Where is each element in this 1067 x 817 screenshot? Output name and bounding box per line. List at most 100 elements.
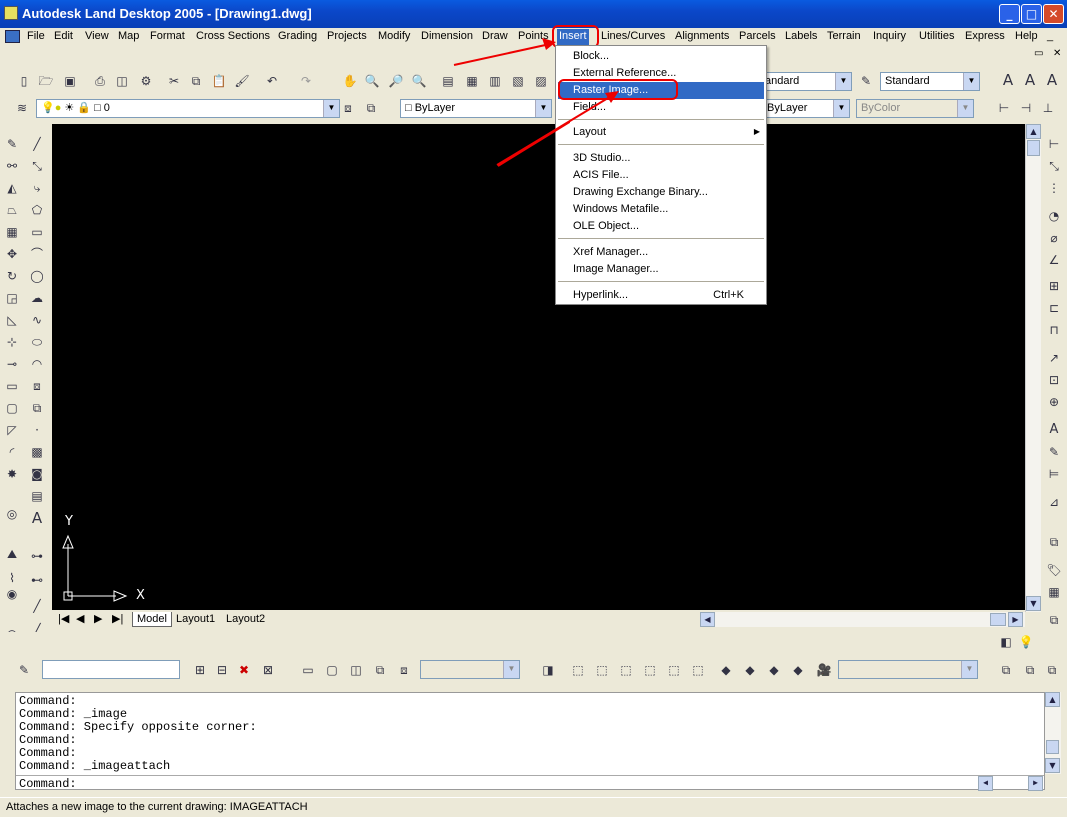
land-tool-icon[interactable]: ⛰ [4, 546, 20, 562]
land-edit-icon[interactable]: ✎ [16, 662, 32, 678]
polygon-icon[interactable]: ⬠ [29, 202, 45, 218]
redo-icon[interactable]: ↷ [298, 73, 314, 89]
layer-manager-icon[interactable]: ≋ [14, 100, 30, 116]
land-line-icon[interactable]: ⊶ [29, 548, 45, 564]
print-icon[interactable]: ⎙ [92, 73, 108, 89]
scroll-left-button[interactable]: ◀ [700, 612, 715, 627]
chamfer-icon[interactable]: ◸ [4, 422, 20, 438]
move-icon[interactable]: ✥ [4, 246, 20, 262]
menu-item-windows-metafile[interactable]: Windows Metafile... [558, 201, 764, 218]
polyline-icon[interactable]: ⤷ [29, 180, 45, 196]
view-5-icon[interactable]: ⧈ [396, 662, 412, 678]
make-block-icon[interactable]: ⧉ [29, 400, 45, 416]
text-a-icon[interactable]: A [1000, 72, 1016, 88]
dim-update-icon[interactable]: ⊨ [1046, 466, 1062, 482]
right-view-icon[interactable]: ⬚ [642, 662, 658, 678]
ucs-icon-1[interactable]: ⧉ [998, 662, 1014, 678]
copy-clip-icon[interactable]: ⧉ [1046, 612, 1062, 628]
dim-baseline-2-icon[interactable]: ⊏ [1046, 300, 1062, 316]
menu-item-image-manager[interactable]: Image Manager... [558, 261, 764, 278]
doc-restore-button[interactable]: ▭ [1034, 48, 1043, 59]
mirror-icon[interactable]: ◭ [4, 180, 20, 196]
rotate-icon[interactable]: ↻ [4, 268, 20, 284]
scroll-down-button[interactable]: ▼ [1026, 596, 1041, 611]
land-curve-icon[interactable]: ⊷ [29, 572, 45, 588]
layer-combo[interactable]: 💡● ☀ 🔒 □ 0 ▼ [36, 99, 340, 118]
ucs-icon-3[interactable]: ⧉ [1044, 662, 1060, 678]
text-style-edit-icon[interactable]: A [1044, 72, 1060, 88]
center-mark-icon[interactable]: ⊕ [1046, 394, 1062, 410]
publish-icon[interactable]: ⚙ [138, 73, 154, 89]
tab-next-button[interactable]: ▶ [90, 612, 106, 627]
dim-edit-icon[interactable]: A [1046, 422, 1062, 438]
dim-style-2-icon[interactable]: ⊿ [1046, 494, 1062, 510]
join-icon[interactable]: ▢ [4, 400, 20, 416]
erase-icon[interactable]: ✎ [4, 136, 20, 152]
cmd-scroll-thumb[interactable] [1046, 740, 1059, 754]
fillet-icon[interactable]: ◜ [4, 444, 20, 460]
offset-icon[interactable]: ⏢ [4, 202, 20, 218]
camera-icon[interactable]: 🎥 [816, 662, 832, 678]
quick-dim-icon[interactable]: ⊞ [1046, 278, 1062, 294]
dim-text-edit-icon[interactable]: ✎ [1046, 444, 1062, 460]
cmd-scroll-left-button[interactable]: ◀ [978, 776, 993, 791]
arc-icon[interactable]: ⌒ [29, 246, 45, 262]
new-icon[interactable]: ▯ [16, 73, 32, 89]
menu-item-drawing-exchange-binary[interactable]: Drawing Exchange Binary... [558, 184, 764, 201]
region-icon[interactable]: ◙ [29, 466, 45, 482]
extend-icon[interactable]: ⊸ [4, 356, 20, 372]
linetype-combo[interactable]: ByLayer ▼ [762, 99, 850, 118]
nw-iso-icon[interactable]: ◆ [790, 662, 806, 678]
hatch-icon[interactable]: ▩ [29, 444, 45, 460]
tag-icon[interactable]: 🏷 [1046, 562, 1062, 578]
left-view-icon[interactable]: ⬚ [618, 662, 634, 678]
dim-style-combo[interactable]: Standard ▼ [880, 72, 980, 91]
land-combo[interactable] [42, 660, 180, 679]
menu-express[interactable]: Express [965, 29, 1005, 45]
dim-angular-icon[interactable]: ∠ [1046, 252, 1062, 268]
scroll-thumb[interactable] [1027, 140, 1040, 156]
ellipse-arc-icon[interactable]: ◠ [29, 356, 45, 372]
view-4-icon[interactable]: ⧉ [372, 662, 388, 678]
menu-format[interactable]: Format [150, 29, 185, 45]
menu-view[interactable]: View [85, 29, 109, 45]
menu-modify[interactable]: Modify [378, 29, 410, 45]
insert-block-icon[interactable]: ⧈ [29, 378, 45, 394]
zoom-previous-icon[interactable]: 🔍 [411, 73, 427, 89]
vertical-scrollbar[interactable]: ▲ ▼ [1025, 124, 1041, 612]
dim-style-icon[interactable]: ✎ [858, 73, 874, 89]
top-view-icon[interactable]: ⬚ [570, 662, 586, 678]
menu-item-xref-manager[interactable]: Xref Manager... [558, 244, 764, 261]
menu-item-hyperlink[interactable]: Hyperlink... Ctrl+K [558, 287, 764, 304]
open-icon[interactable]: 🗁 [38, 73, 54, 89]
land-tool-2-icon[interactable]: ⌇ [4, 570, 20, 586]
menu-file[interactable]: File [27, 29, 45, 45]
land-point-3-icon[interactable]: ⊠ [260, 662, 276, 678]
menu-edit[interactable]: Edit [54, 29, 73, 45]
cmd-scroll-down-button[interactable]: ▼ [1045, 758, 1060, 773]
menu-alignments[interactable]: Alignments [675, 29, 729, 45]
array-icon[interactable]: ▦ [4, 224, 20, 240]
drawing-canvas[interactable]: Y X [52, 124, 1025, 610]
menu-cross-sections[interactable]: Cross Sections [196, 29, 270, 45]
command-scrollbar[interactable]: ▲ ▼ [1045, 692, 1061, 774]
ucs-icon-2[interactable]: ⧉ [1022, 662, 1038, 678]
lineweight-combo[interactable]: ByColor ▼ [856, 99, 974, 118]
pan-icon[interactable]: ✋ [342, 73, 358, 89]
hscroll-thumb[interactable] [990, 613, 1006, 626]
dim-baseline-icon[interactable]: ⊥ [1040, 100, 1056, 116]
view-2-icon[interactable]: ▢ [324, 662, 340, 678]
ucs-combo[interactable]: ▼ [838, 660, 978, 679]
match-properties-icon[interactable]: 🖌 [234, 73, 250, 89]
menu-lines-curves[interactable]: Lines/Curves [601, 29, 665, 45]
view-1-icon[interactable]: ▭ [300, 662, 316, 678]
command-window[interactable]: Command: Command: _image Command: Specif… [15, 692, 1045, 791]
tolerance-icon[interactable]: ⊡ [1046, 372, 1062, 388]
cut-icon[interactable]: ✂ [166, 73, 182, 89]
construction-line-icon[interactable]: ⤡ [29, 158, 45, 174]
copy-object-icon[interactable]: ⚯ [4, 158, 20, 174]
dim-radius-icon[interactable]: ◔ [1046, 208, 1062, 224]
spline-icon[interactable]: ∿ [29, 312, 45, 328]
grid-icon[interactable]: ▦ [1046, 584, 1062, 600]
sw-iso-icon[interactable]: ◆ [718, 662, 734, 678]
